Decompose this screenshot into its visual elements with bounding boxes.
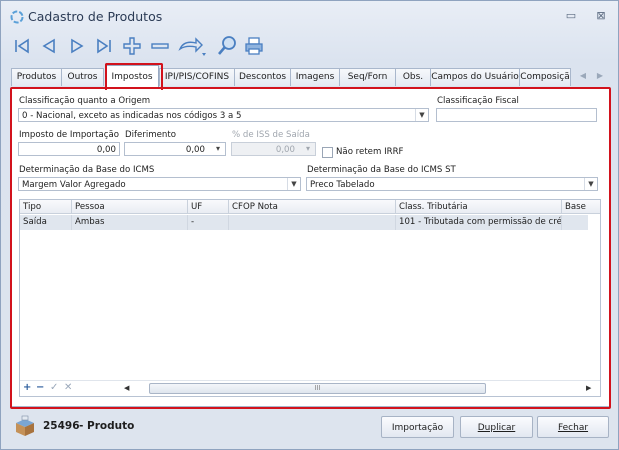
iss-saida-value: 0,00 <box>275 145 295 155</box>
diferimento-input[interactable]: 0,00 ▾ <box>124 142 226 156</box>
cell-tipo: Saída <box>20 215 72 230</box>
origem-label: Classificação quanto a Origem <box>19 96 151 106</box>
imposto-importacao-label: Imposto de Importação <box>19 130 119 140</box>
scroll-left-icon[interactable]: ◀ <box>124 383 129 393</box>
search-icon[interactable] <box>216 35 238 57</box>
nao-retem-irrf-label: Não retem IRRF <box>336 147 404 157</box>
cell-base <box>562 215 588 230</box>
chevron-down-icon[interactable]: ▼ <box>287 178 300 190</box>
remove-record-icon[interactable] <box>149 35 171 57</box>
tab-campos-do-usuario[interactable]: Campos do Usuário <box>430 68 520 86</box>
tab-produtos[interactable]: Produtos <box>11 68 62 86</box>
title-bar: Cadastro de Produtos ▭ ⊠ <box>1 1 618 31</box>
horizontal-scrollbar[interactable]: ◀ III ▶ <box>124 383 598 394</box>
classificacao-fiscal-label: Classificação Fiscal <box>437 96 519 106</box>
last-record-icon[interactable] <box>93 35 115 57</box>
chevron-down-icon[interactable]: ▼ <box>584 178 597 190</box>
close-window-button[interactable]: ⊠ <box>591 8 611 24</box>
origem-select[interactable]: 0 - Nacional, exceto as indicadas nos có… <box>18 108 429 122</box>
tab-strip: Produtos Outros Impostos IPI/PIS/COFINS … <box>11 65 608 88</box>
add-record-icon[interactable] <box>121 35 143 57</box>
tab-imagens[interactable]: Imagens <box>290 68 340 86</box>
app-icon <box>10 10 24 24</box>
next-record-icon[interactable] <box>66 35 88 57</box>
tab-obs[interactable]: Obs. <box>395 68 431 86</box>
column-header-pessoa[interactable]: Pessoa <box>72 200 188 214</box>
cell-uf: - <box>188 215 229 230</box>
import-button[interactable]: Importação <box>381 416 454 438</box>
classificacao-fiscal-input[interactable] <box>436 108 597 122</box>
scroll-right-icon[interactable]: ▶ <box>586 383 591 393</box>
first-record-icon[interactable] <box>11 35 33 57</box>
taxes-grid: Tipo Pessoa UF CFOP Nota Class. Tributár… <box>19 199 601 397</box>
scroll-thumb[interactable]: III <box>149 383 486 394</box>
tab-descontos[interactable]: Descontos <box>234 68 291 86</box>
base-icms-st-select[interactable]: Preco Tabelado ▼ <box>306 177 598 191</box>
tab-outros[interactable]: Outros <box>61 68 104 86</box>
imposto-importacao-input[interactable]: 0,00 <box>18 142 120 156</box>
column-header-tipo[interactable]: Tipo <box>20 200 72 214</box>
highlight-tab-frame <box>105 63 163 90</box>
origem-value: 0 - Nacional, exceto as indicadas nos có… <box>22 111 242 121</box>
tab-ipi-pis-cofins[interactable]: IPI/PIS/COFINS <box>159 68 235 86</box>
close-button[interactable]: Fechar <box>537 416 609 438</box>
base-icms-value: Margem Valor Agregado <box>22 180 126 190</box>
delete-row-icon[interactable]: − <box>36 382 44 394</box>
column-header-class-tributaria[interactable]: Class. Tributária <box>396 200 562 214</box>
iss-saida-label: % de ISS de Saída <box>232 130 310 140</box>
chevron-down-icon[interactable]: ▼ <box>415 109 428 121</box>
tab-scroll-right-icon[interactable]: ▶ <box>594 69 606 83</box>
column-header-cfop-nota[interactable]: CFOP Nota <box>229 200 396 214</box>
grid-navigator: + − ✓ ✕ ◀ III ▶ <box>20 380 600 396</box>
undo-icon[interactable] <box>176 35 206 57</box>
confirm-row-icon[interactable]: ✓ <box>50 382 58 394</box>
diferimento-value: 0,00 <box>185 145 205 155</box>
cell-pessoa: Ambas <box>72 215 188 230</box>
product-label: - Produto <box>79 420 135 432</box>
base-icms-select[interactable]: Margem Valor Agregado ▼ <box>18 177 301 191</box>
duplicate-button[interactable]: Duplicar <box>460 416 533 438</box>
nao-retem-irrf-checkbox[interactable] <box>322 147 333 158</box>
spin-down-icon[interactable]: ▾ <box>211 143 225 155</box>
tab-seq-forn[interactable]: Seq/Forn <box>339 68 396 86</box>
product-code: 25496 <box>43 420 80 432</box>
base-icms-st-label: Determinação da Base do ICMS ST <box>307 165 456 175</box>
base-icms-label: Determinação da Base do ICMS <box>19 165 155 175</box>
cell-class-tributaria: 101 - Tributada com permissão de cré... <box>396 215 562 230</box>
print-icon[interactable] <box>243 35 265 57</box>
cancel-row-icon[interactable]: ✕ <box>64 382 72 394</box>
window: Cadastro de Produtos ▭ ⊠ Produtos Outros… <box>0 0 619 450</box>
previous-record-icon[interactable] <box>38 35 60 57</box>
tab-scroll-left-icon[interactable]: ◀ <box>577 69 589 83</box>
iss-saida-input[interactable]: 0,00 ▾ <box>231 142 316 156</box>
column-header-uf[interactable]: UF <box>188 200 229 214</box>
minimize-button[interactable]: ▭ <box>561 8 581 24</box>
window-title: Cadastro de Produtos <box>28 9 163 24</box>
base-icms-st-value: Preco Tabelado <box>310 180 375 190</box>
diferimento-label: Diferimento <box>125 130 176 140</box>
add-row-icon[interactable]: + <box>23 382 31 394</box>
cell-cfop-nota <box>229 215 396 230</box>
column-header-base[interactable]: Base <box>562 200 600 214</box>
table-row[interactable]: Saída Ambas - 101 - Tributada com permis… <box>20 215 588 230</box>
spin-down-icon[interactable]: ▾ <box>301 143 315 155</box>
tab-composicao[interactable]: Composiçã <box>519 68 571 86</box>
product-box-icon <box>16 415 34 436</box>
